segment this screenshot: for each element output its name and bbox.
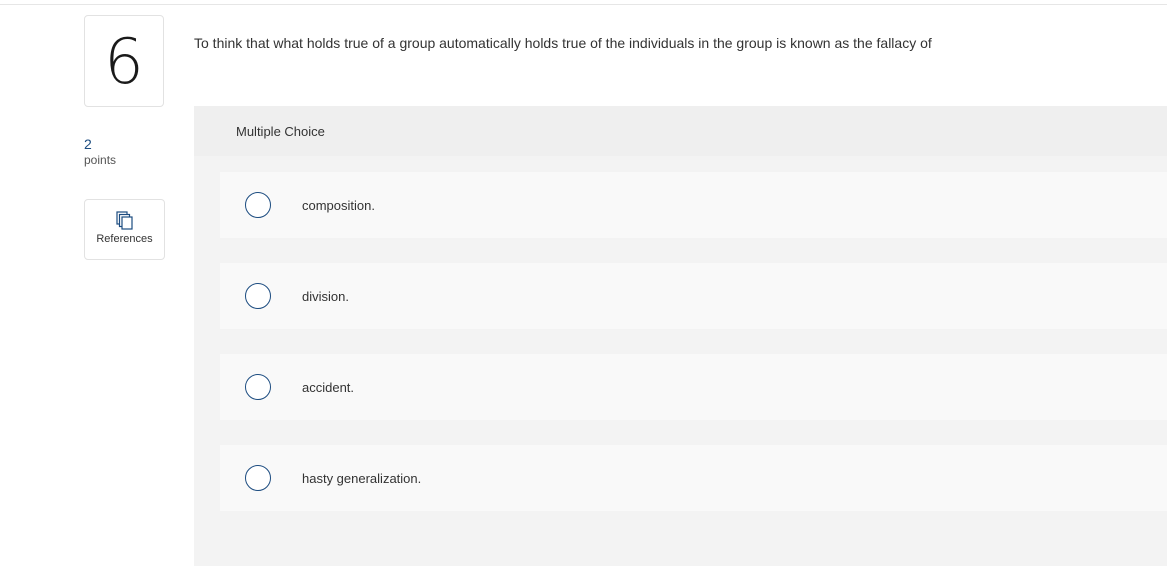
- question-prompt: To think that what holds true of a group…: [194, 35, 932, 51]
- radio-unselected-icon[interactable]: [245, 374, 271, 400]
- choice-label: accident.: [302, 379, 355, 395]
- question-type-label: Multiple Choice: [236, 124, 325, 139]
- points-block: 2 points: [84, 137, 164, 169]
- choice-composition[interactable]: composition.: [220, 172, 1167, 238]
- radio-unselected-icon[interactable]: [245, 283, 271, 309]
- radio-unselected-icon[interactable]: [245, 465, 271, 491]
- choice-hasty-generalization[interactable]: hasty generalization.: [220, 445, 1167, 511]
- answer-panel: Multiple Choice composition. division. a…: [194, 106, 1167, 566]
- top-divider: [0, 4, 1167, 5]
- references-label: References: [96, 233, 153, 245]
- choice-accident[interactable]: accident.: [220, 354, 1167, 420]
- radio-unselected-icon[interactable]: [245, 192, 271, 218]
- choice-division[interactable]: division.: [220, 263, 1167, 329]
- points-value: 2: [84, 136, 92, 152]
- copy-pages-icon: [115, 211, 133, 230]
- choice-label: composition.: [302, 197, 375, 213]
- question-type-header: Multiple Choice: [194, 106, 1167, 156]
- points-label: points: [84, 153, 117, 167]
- question-number-box: 6: [84, 15, 164, 107]
- question-number: 6: [104, 25, 144, 98]
- references-button[interactable]: References: [84, 199, 165, 260]
- choice-label: hasty generalization.: [302, 470, 422, 486]
- choice-label: division.: [302, 288, 349, 304]
